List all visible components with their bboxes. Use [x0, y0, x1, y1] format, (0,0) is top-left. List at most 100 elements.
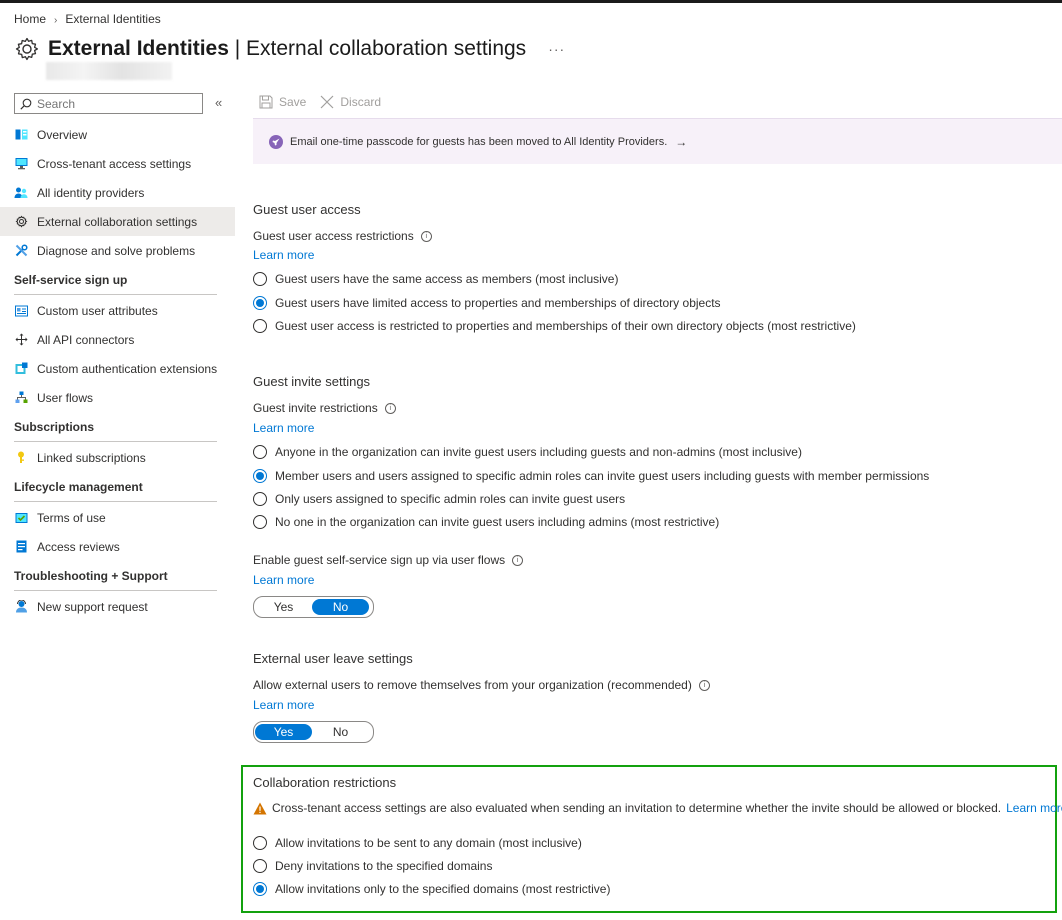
top-bar — [0, 0, 1062, 3]
sidebar-item-overview[interactable]: Overview — [0, 120, 235, 149]
page-title: External Identities | External collabora… — [48, 37, 527, 60]
api-connectors-icon — [14, 333, 28, 347]
sidebar-item-api-connectors[interactable]: All API connectors — [0, 325, 235, 354]
info-banner[interactable]: Email one-time passcode for guests has b… — [253, 118, 1062, 164]
breadcrumb: Home › External Identities — [14, 12, 161, 26]
chevron-right-icon: › — [54, 15, 58, 26]
sidebar-item-access-reviews[interactable]: Access reviews — [0, 532, 235, 561]
info-icon[interactable]: i — [384, 402, 396, 414]
self-service-label: Enable guest self-service sign up via us… — [253, 553, 524, 567]
gear-icon — [15, 37, 39, 61]
support-icon — [14, 600, 28, 614]
radio-button[interactable] — [253, 319, 267, 333]
divider — [14, 590, 217, 591]
cross-tenant-icon — [14, 157, 28, 171]
sidebar-item-custom-auth-extensions[interactable]: Custom authentication extensions — [0, 354, 235, 383]
user-flows-icon — [14, 391, 28, 405]
leave-settings-label: Allow external users to remove themselve… — [253, 678, 710, 692]
info-icon[interactable]: i — [698, 679, 710, 691]
page-header: External Identities | External collabora… — [14, 36, 565, 62]
collab-learn-more-link[interactable]: Learn more. — [1006, 801, 1062, 815]
sidebar-item-external-collaboration[interactable]: External collaboration settings — [0, 207, 235, 236]
attributes-icon — [14, 304, 28, 318]
close-icon — [320, 95, 334, 109]
radio-button[interactable] — [253, 492, 267, 506]
radio-button-selected[interactable] — [253, 882, 267, 896]
command-bar: Save Discard — [259, 95, 395, 109]
guest-access-label: Guest user access restrictions i — [253, 229, 432, 243]
overview-icon — [14, 128, 28, 142]
radio-button[interactable] — [253, 859, 267, 873]
collab-warning: Cross-tenant access settings are also ev… — [253, 801, 1062, 815]
sidebar-item-diagnose[interactable]: Diagnose and solve problems — [0, 236, 235, 265]
wrench-icon — [14, 244, 28, 258]
breadcrumb-current[interactable]: External Identities — [65, 12, 160, 26]
guest-access-option-2[interactable]: Guest user access is restricted to prope… — [253, 319, 856, 333]
guest-invite-option-0[interactable]: Anyone in the organization can invite gu… — [253, 445, 802, 459]
sidebar-item-cross-tenant[interactable]: Cross-tenant access settings — [0, 149, 235, 178]
radio-button-selected[interactable] — [253, 469, 267, 483]
nav-section-subscriptions: Subscriptions — [14, 420, 95, 434]
rocket-icon — [269, 134, 283, 149]
save-icon — [259, 95, 273, 109]
radio-button[interactable] — [253, 836, 267, 850]
guest-access-option-0[interactable]: Guest users have the same access as memb… — [253, 272, 618, 286]
toggle-no-selected[interactable]: No — [312, 599, 369, 615]
terms-icon — [14, 511, 28, 525]
leave-toggle[interactable]: Yes No — [253, 721, 374, 743]
identity-providers-icon — [14, 186, 28, 200]
divider — [14, 501, 217, 502]
guest-invite-option-1[interactable]: Member users and users assigned to speci… — [253, 469, 929, 483]
collab-title: Collaboration restrictions — [253, 775, 397, 790]
sidebar-item-new-support-request[interactable]: New support request — [0, 592, 235, 621]
toggle-yes-selected[interactable]: Yes — [255, 724, 312, 740]
self-service-toggle[interactable]: Yes No — [253, 596, 374, 618]
extensions-icon — [14, 362, 28, 376]
radio-button-selected[interactable] — [253, 296, 267, 310]
toggle-yes[interactable]: Yes — [255, 599, 312, 615]
toggle-no[interactable]: No — [312, 724, 369, 740]
radio-button[interactable] — [253, 272, 267, 286]
leave-learn-more-link[interactable]: Learn more — [253, 698, 314, 712]
collab-option-2[interactable]: Allow invitations only to the specified … — [253, 882, 610, 896]
guest-invite-title: Guest invite settings — [253, 374, 371, 389]
breadcrumb-home[interactable]: Home — [14, 12, 46, 26]
collab-option-1[interactable]: Deny invitations to the specified domain… — [253, 859, 492, 873]
collapse-sidebar-button[interactable]: « — [215, 95, 222, 110]
page-subtitle: | External collaboration settings — [234, 37, 527, 60]
sidebar-item-user-flows[interactable]: User flows — [0, 383, 235, 412]
sidebar-item-custom-user-attributes[interactable]: Custom user attributes — [0, 296, 235, 325]
guest-access-learn-more-link[interactable]: Learn more — [253, 248, 314, 262]
arrow-right-icon[interactable]: → — [675, 135, 687, 149]
more-options-button[interactable]: ··· — [548, 41, 565, 57]
sidebar-item-linked-subscriptions[interactable]: Linked subscriptions — [0, 443, 235, 472]
self-service-learn-more-link[interactable]: Learn more — [253, 573, 314, 587]
guest-invite-option-3[interactable]: No one in the organization can invite gu… — [253, 515, 719, 529]
divider — [14, 441, 217, 442]
redacted-tenant-name — [46, 62, 172, 80]
search-icon — [20, 98, 32, 110]
radio-button[interactable] — [253, 445, 267, 459]
guest-invite-option-2[interactable]: Only users assigned to specific admin ro… — [253, 492, 625, 506]
sidebar-nav: Overview Cross-tenant access settings Al… — [0, 120, 235, 621]
sidebar-item-terms-of-use[interactable]: Terms of use — [0, 503, 235, 532]
search-input[interactable] — [37, 96, 187, 111]
sidebar-search[interactable] — [14, 93, 203, 114]
guest-invite-learn-more-link[interactable]: Learn more — [253, 421, 314, 435]
access-reviews-icon — [14, 540, 28, 554]
guest-invite-label: Guest invite restrictions i — [253, 401, 396, 415]
radio-button[interactable] — [253, 515, 267, 529]
discard-button[interactable]: Discard — [320, 95, 381, 109]
divider — [14, 294, 217, 295]
collab-option-0[interactable]: Allow invitations to be sent to any doma… — [253, 836, 582, 850]
gear-icon — [14, 215, 28, 229]
leave-settings-title: External user leave settings — [253, 651, 413, 666]
guest-access-option-1[interactable]: Guest users have limited access to prope… — [253, 296, 721, 310]
save-button[interactable]: Save — [259, 95, 306, 109]
banner-text: Email one-time passcode for guests has b… — [290, 135, 668, 148]
info-icon[interactable]: i — [512, 554, 524, 566]
info-icon[interactable]: i — [420, 230, 432, 242]
warning-icon — [253, 802, 267, 814]
key-icon — [14, 451, 28, 465]
sidebar-item-identity-providers[interactable]: All identity providers — [0, 178, 235, 207]
